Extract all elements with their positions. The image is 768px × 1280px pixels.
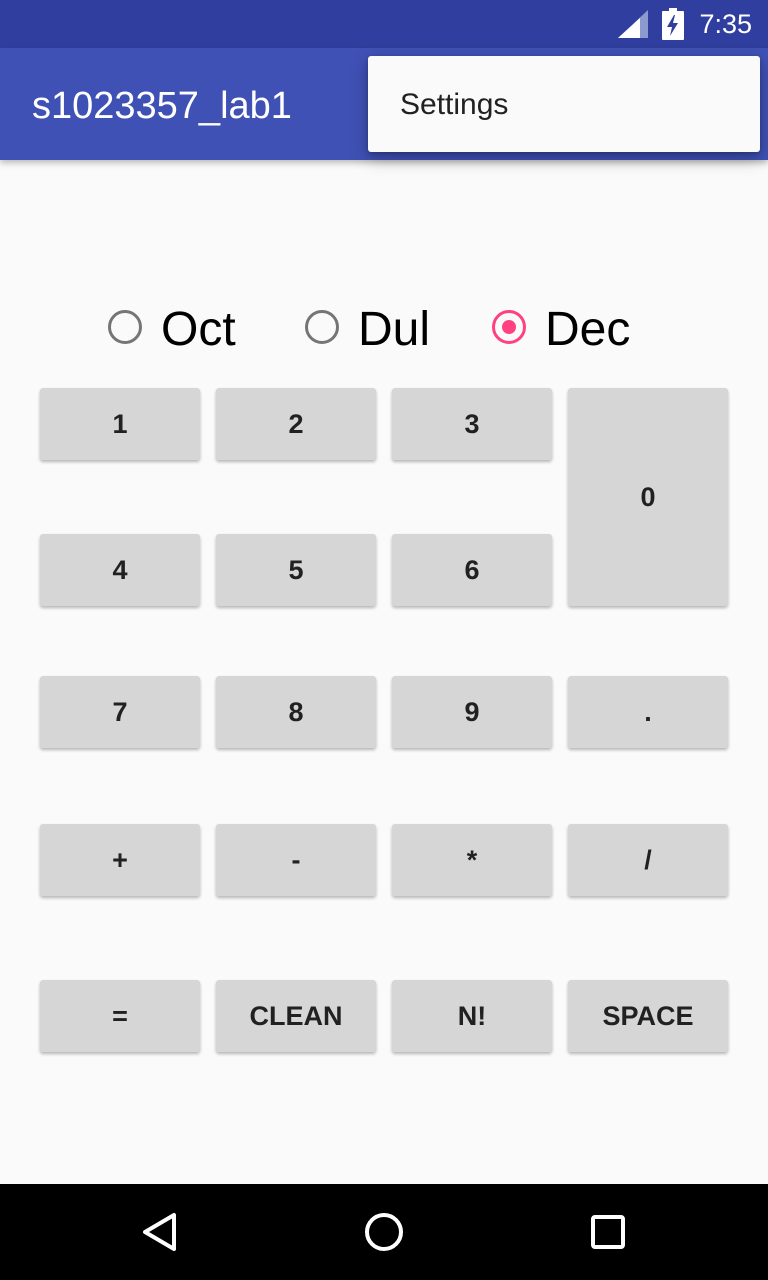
- recents-icon[interactable]: [584, 1208, 632, 1256]
- key-multiply[interactable]: *: [392, 824, 552, 896]
- radio-label: Oct: [161, 303, 236, 356]
- navigation-bar: [0, 1184, 768, 1280]
- key-decimal-point[interactable]: .: [568, 676, 728, 748]
- key-factorial[interactable]: N!: [392, 980, 552, 1052]
- menu-item-label: Settings: [400, 88, 509, 121]
- key-plus[interactable]: +: [40, 824, 200, 896]
- radio-checked-icon: [492, 310, 526, 344]
- radio-dec[interactable]: Dec: [492, 300, 642, 364]
- radio-oct[interactable]: Oct: [108, 300, 248, 364]
- radio-label: Dec: [545, 303, 631, 356]
- key-8[interactable]: 8: [216, 676, 376, 748]
- radio-dul[interactable]: Dul: [305, 300, 445, 364]
- battery-charging-icon: [662, 8, 684, 40]
- app-title: s1023357_lab1: [32, 85, 292, 127]
- radio-unchecked-icon: [305, 310, 339, 344]
- signal-icon: [618, 10, 648, 38]
- menu-item-settings[interactable]: Settings: [368, 56, 760, 152]
- radio-unchecked-icon: [108, 310, 142, 344]
- key-equals[interactable]: =: [40, 980, 200, 1052]
- key-3[interactable]: 3: [392, 388, 552, 460]
- home-icon[interactable]: [360, 1208, 408, 1256]
- key-7[interactable]: 7: [40, 676, 200, 748]
- key-5[interactable]: 5: [216, 534, 376, 606]
- overflow-menu: Settings: [368, 56, 760, 152]
- key-4[interactable]: 4: [40, 534, 200, 606]
- radio-dot: [502, 320, 516, 334]
- radix-radio-group: Oct Dul Dec: [0, 300, 768, 364]
- key-2[interactable]: 2: [216, 388, 376, 460]
- key-minus[interactable]: -: [216, 824, 376, 896]
- key-space[interactable]: SPACE: [568, 980, 728, 1052]
- key-0[interactable]: 0: [568, 388, 728, 606]
- key-9[interactable]: 9: [392, 676, 552, 748]
- key-6[interactable]: 6: [392, 534, 552, 606]
- status-time: 7:35: [699, 9, 752, 39]
- radio-label: Dul: [358, 303, 431, 356]
- status-bar: 7:35: [0, 0, 768, 48]
- key-1[interactable]: 1: [40, 388, 200, 460]
- back-icon[interactable]: [136, 1208, 184, 1256]
- key-divide[interactable]: /: [568, 824, 728, 896]
- key-clean[interactable]: CLEAN: [216, 980, 376, 1052]
